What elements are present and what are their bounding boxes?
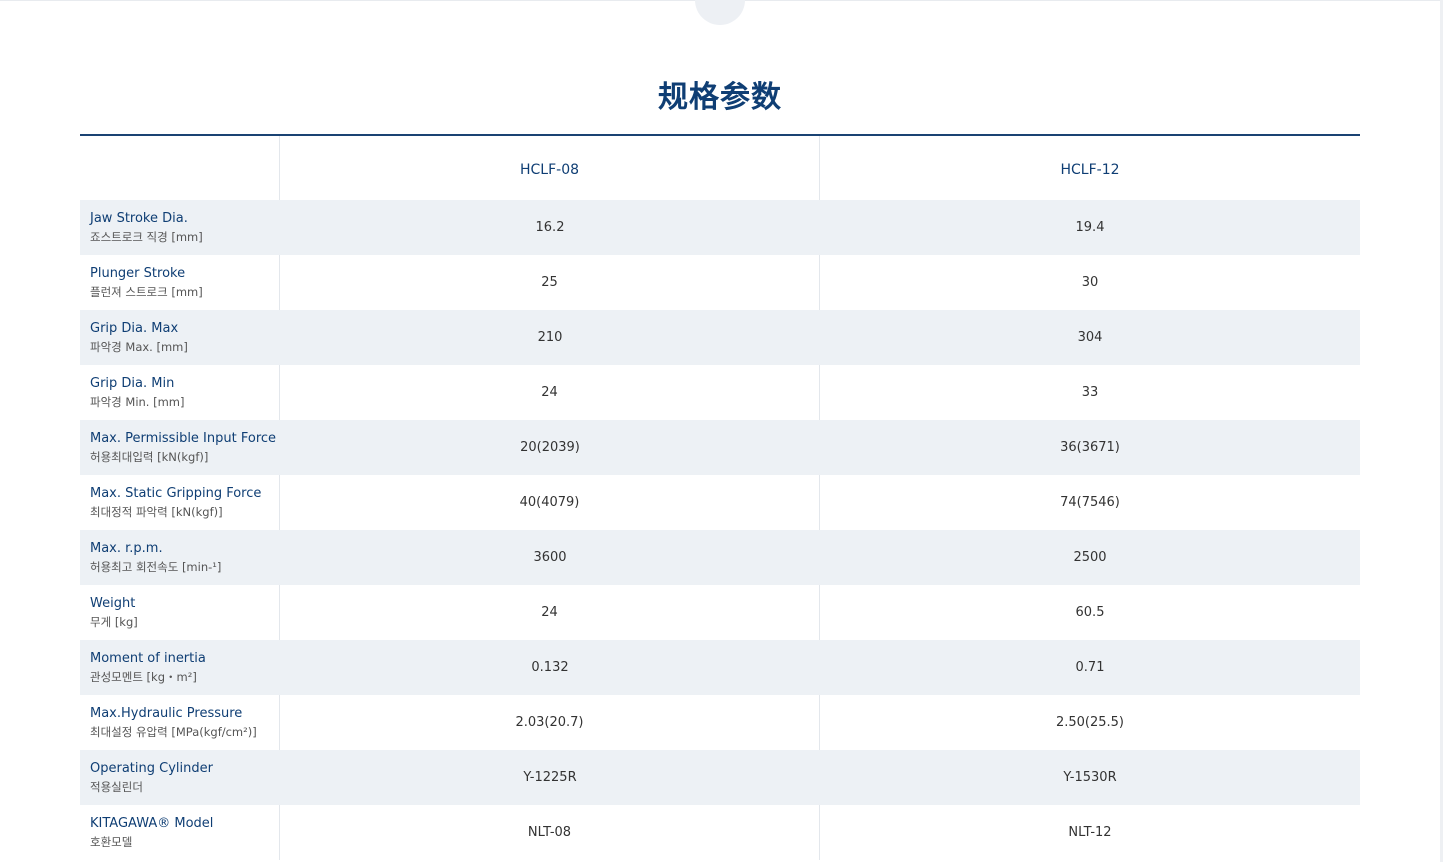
table-row: Max. r.p.m. 허용최고 회전속도 [min-¹] 3600 2500 [80,530,1360,585]
section-title: 规格参数 [658,80,782,115]
spec-value-cell: 2.03(20.7) [280,695,820,750]
spec-label-ko: 허용최대입력 [kN(kgf)] [90,449,209,464]
spec-label-en: Grip Dia. Max [90,320,179,336]
spec-value-cell: 40(4079) [280,475,820,530]
spec-label-ko: 허용최고 회전속도 [min-¹] [90,559,222,574]
spec-value-cell: 0.132 [531,660,569,675]
spec-label-cell: Weight 무게 [kg] [80,585,280,640]
spec-label-cell: Max. Static Gripping Force 최대정적 파악력 [kN(k… [80,475,280,530]
spec-value-cell: 16.2 [535,220,565,235]
spec-label-en: Plunger Stroke [90,265,186,281]
spec-value-cell: NLT-12 [1068,825,1112,840]
spec-label-cell: Plunger Stroke 플런져 스트로크 [mm] [80,255,280,310]
spec-label-en: Max. Permissible Input Force [90,430,277,446]
spec-label-ko: 파악경 Max. [mm] [90,339,188,354]
spec-label-en: KITAGAWA® Model [90,815,214,831]
spec-label-cell: Operating Cylinder 적용실린더 [80,750,280,805]
spec-label-cell: Grip Dia. Min 파악경 Min. [mm] [80,365,280,420]
spec-value-cell: 24 [280,365,820,420]
spec-label-cell: Max. r.p.m. 허용최고 회전속도 [min-¹] [80,530,280,585]
table-row: Max.Hydraulic Pressure 최대설정 유압력 [MPa(kgf/… [80,695,1360,750]
spec-label-cell: Moment of inertia 관성모멘트 [kg・m²] [80,640,280,695]
spec-label-en: Max. r.p.m. [90,540,163,556]
spec-value-cell: 33 [1081,385,1099,400]
spec-label-ko: 최대설정 유압력 [MPa(kgf/cm²)] [90,724,257,739]
spec-label-cell: Max. Permissible Input Force 허용최대입력 [kN(k… [80,420,280,475]
spec-label-ko: 무게 [kg] [90,614,138,629]
spec-value-cell: 0.71 [1075,660,1105,675]
spec-value-cell: 24 [280,585,820,640]
spec-value-cell: NLT-08 [280,805,820,860]
spec-label-ko: 최대정적 파악력 [kN(kgf)] [90,504,223,519]
table-row: KITAGAWA® Model 호환모델 NLT-08 NLT-12 [80,805,1360,860]
spec-label-ko: 파악경 Min. [mm] [90,394,185,409]
spec-value-cell: 19.4 [1075,220,1105,235]
header-corner-cell [80,136,280,200]
spec-label-ko: 관성모멘트 [kg・m²] [90,669,197,684]
spec-label-cell: Grip Dia. Max 파악경 Max. [mm] [80,310,280,365]
spec-label-en: Max.Hydraulic Pressure [90,705,243,721]
spec-label-ko: 플런져 스트로크 [mm] [90,284,203,299]
spec-value-cell: 2500 [1073,550,1107,565]
spec-value-cell: 36(3671) [1060,440,1120,455]
spec-label-ko: 죠스트로크 직경 [mm] [90,229,203,244]
table-row: Plunger Stroke 플런져 스트로크 [mm] 25 30 [80,255,1360,310]
table-row: Grip Dia. Min 파악경 Min. [mm] 24 33 [80,365,1360,420]
table-row: Weight 무게 [kg] 24 60.5 [80,585,1360,640]
spec-label-en: Grip Dia. Min [90,375,175,391]
table-row: Max. Static Gripping Force 최대정적 파악력 [kN(k… [80,475,1360,530]
spec-label-en: Max. Static Gripping Force [90,485,262,501]
table-row: Jaw Stroke Dia. 죠스트로크 직경 [mm] 16.2 19.4 [80,200,1360,255]
spec-value-cell: 20(2039) [520,440,580,455]
table-row: Moment of inertia 관성모멘트 [kg・m²] 0.132 0.71 [80,640,1360,695]
spec-label-en: Weight [90,595,136,611]
model-header-hclf-12: HCLF-12 [1060,162,1120,178]
spec-value-cell: Y-1530R [1063,770,1117,785]
spec-label-en: Moment of inertia [90,650,206,666]
spec-label-cell: KITAGAWA® Model 호환모델 [80,805,280,860]
spec-label-ko: 호환모델 [90,834,133,849]
spec-table: HCLF-08 HCLF-12 Jaw Stroke Dia. 죠스트로크 직경 … [80,134,1360,860]
spec-value-cell: 2.50(25.5) [1055,715,1125,730]
scroll-indicator-circle[interactable] [695,0,745,25]
table-row: Max. Permissible Input Force 허용최대입력 [kN(k… [80,420,1360,475]
table-header-row: HCLF-08 HCLF-12 [80,136,1360,200]
spec-label-cell: Max.Hydraulic Pressure 최대설정 유압력 [MPa(kgf/… [80,695,280,750]
spec-value-cell: Y-1225R [523,770,577,785]
spec-label-cell: Jaw Stroke Dia. 죠스트로크 직경 [mm] [80,200,280,255]
spec-value-cell: 30 [1081,275,1099,290]
model-header-hclf-08: HCLF-08 [280,136,820,200]
spec-value-cell: 210 [537,330,563,345]
spec-value-cell: 304 [1077,330,1103,345]
table-row: Operating Cylinder 적용실린더 Y-1225R Y-1530R [80,750,1360,805]
spec-label-ko: 적용실린더 [90,779,143,794]
spec-label-en: Operating Cylinder [90,760,213,776]
spec-value-cell: 25 [280,255,820,310]
table-body: Jaw Stroke Dia. 죠스트로크 직경 [mm] 16.2 19.4 Plun… [80,200,1360,860]
spec-label-en: Jaw Stroke Dia. [90,210,188,226]
spec-value-cell: 60.5 [1075,605,1105,620]
spec-value-cell: 3600 [533,550,567,565]
spec-value-cell: 74(7546) [1060,495,1120,510]
table-row: Grip Dia. Max 파악경 Max. [mm] 210 304 [80,310,1360,365]
